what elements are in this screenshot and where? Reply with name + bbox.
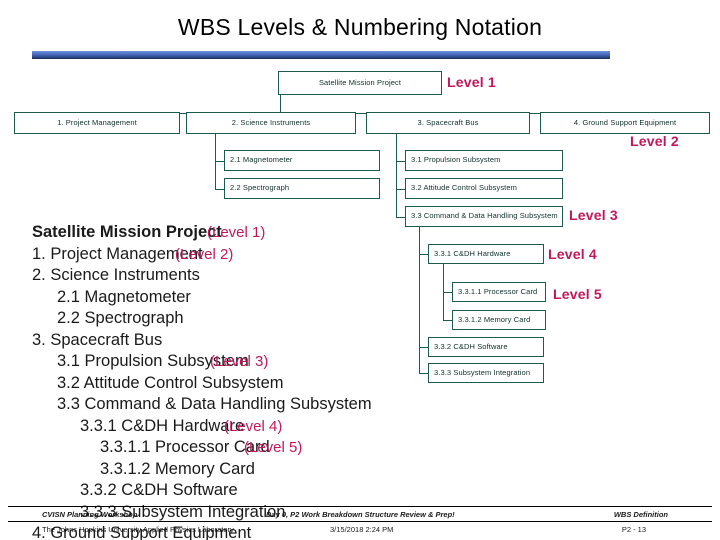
footer-page-number: P2 - 13 bbox=[621, 525, 646, 534]
footer-divider-top bbox=[8, 506, 712, 507]
level-tag-2: Level 2 bbox=[630, 133, 679, 149]
org-node-propulsion-subsystem[interactable]: 3.1 Propulsion Subsystem bbox=[405, 150, 563, 171]
outline-row: 3.3.1 C&DH Hardware (Level 4) bbox=[32, 416, 452, 438]
outline-row: 2.2 Spectrograph bbox=[32, 308, 452, 330]
org-node-label: 2.1 Magnetometer bbox=[230, 155, 293, 165]
outline-row-text: 2. Science Instruments bbox=[32, 266, 200, 284]
outline-row: 3.3.2 C&DH Software bbox=[32, 480, 452, 502]
outline-row: 3.2 Attitude Control Subsystem bbox=[32, 373, 452, 395]
outline-row-text: 2.2 Spectrograph bbox=[57, 309, 184, 327]
footer-organization: The Johns Hopkins University Applied Phy… bbox=[42, 525, 234, 534]
org-node-magnetometer[interactable]: 2.1 Magnetometer bbox=[224, 150, 380, 171]
outline-row: 3.3.1.2 Memory Card bbox=[32, 459, 452, 481]
slide-footer: CVISN Planning Workshop Day 0, P2 Work B… bbox=[0, 506, 720, 540]
outline-row-text: 3.3.2 C&DH Software bbox=[80, 481, 238, 499]
outline-row-note: (Level 4) bbox=[224, 417, 283, 435]
org-node-science-instruments[interactable]: 2. Science Instruments bbox=[186, 112, 356, 134]
slide-canvas: WBS Levels & Numbering Notation Satellit… bbox=[0, 0, 720, 540]
outline-row: 3.3 Command & Data Handling Subsystem bbox=[32, 394, 452, 416]
outline-row: 3.3.1.1 Processor Card (Level 5) bbox=[32, 437, 452, 459]
org-node-label: 4. Ground Support Equipment bbox=[573, 117, 677, 127]
outline-row: 2.1 Magnetometer bbox=[32, 287, 452, 309]
footer-session-title: Day 0, P2 Work Breakdown Structure Revie… bbox=[266, 510, 455, 519]
footer-topic: WBS Definition bbox=[613, 510, 668, 519]
org-node-spacecraft-bus[interactable]: 3. Spacecraft Bus bbox=[366, 112, 530, 134]
level-tag-1: Level 1 bbox=[447, 74, 496, 90]
outline-row-text: 3.3 Command & Data Handling Subsystem bbox=[57, 395, 372, 413]
outline-row-text: 3.3.1 C&DH Hardware bbox=[80, 416, 245, 435]
org-node-processor-card[interactable]: 3.3.1.1 Processor Card bbox=[452, 282, 546, 302]
footer-timestamp: 3/15/2018 2:24 PM bbox=[330, 525, 394, 534]
org-node-label: 3.3.1.2 Memory Card bbox=[458, 314, 531, 324]
outline-row-text: 3.2 Attitude Control Subsystem bbox=[57, 373, 284, 392]
org-node-spectrograph[interactable]: 2.2 Spectrograph bbox=[224, 178, 380, 199]
wbs-outline-list: Satellite Mission Project (Level 1) 1. P… bbox=[32, 222, 452, 540]
footer-divider-bottom bbox=[8, 521, 712, 522]
org-node-label: 3.3 Command & Data Handling Subsystem bbox=[411, 211, 558, 221]
org-node-label: Satellite Mission Project bbox=[318, 77, 402, 87]
outline-row: Satellite Mission Project (Level 1) bbox=[32, 222, 452, 244]
outline-row: 3. Spacecraft Bus bbox=[32, 330, 452, 352]
footer-workshop-name: CVISN Planning Workshop bbox=[42, 510, 138, 519]
level-tag-3: Level 3 bbox=[569, 207, 618, 223]
org-node-satellite-mission-project[interactable]: Satellite Mission Project bbox=[278, 71, 442, 95]
level-tag-4: Level 4 bbox=[548, 246, 597, 262]
org-node-project-management[interactable]: 1. Project Management bbox=[14, 112, 180, 134]
org-node-label: 2.2 Spectrograph bbox=[230, 183, 290, 193]
org-node-label: 3.3.1.1 Processor Card bbox=[458, 286, 538, 296]
outline-row-note: (Level 5) bbox=[244, 439, 303, 456]
org-node-label: 3.2 Attitude Control Subsystem bbox=[411, 183, 517, 193]
org-node-ground-support-equipment[interactable]: 4. Ground Support Equipment bbox=[540, 112, 710, 134]
outline-row: 1. Project Management (Level 2) bbox=[32, 244, 452, 266]
org-node-attitude-control-subsystem[interactable]: 3.2 Attitude Control Subsystem bbox=[405, 178, 563, 199]
outline-row-note: (Level 2) bbox=[175, 245, 234, 263]
level-tag-5: Level 5 bbox=[553, 286, 602, 302]
outline-row-text: Satellite Mission Project bbox=[32, 223, 222, 241]
outline-row-text: 2.1 Magnetometer bbox=[57, 287, 191, 306]
outline-row: 3.1 Propulsion Subsystem (Level 3) bbox=[32, 351, 452, 373]
org-node-label: 1. Project Management bbox=[57, 117, 137, 127]
org-node-label: 2. Science Instruments bbox=[231, 117, 311, 127]
connector-bus-spine bbox=[396, 134, 398, 218]
outline-row-note: (Level 1) bbox=[207, 224, 266, 241]
outline-row: 2. Science Instruments bbox=[32, 265, 452, 287]
outline-row-text: 3.3.1.2 Memory Card bbox=[100, 459, 255, 478]
outline-row-text: 3. Spacecraft Bus bbox=[32, 330, 163, 349]
org-node-label: 3. Spacecraft Bus bbox=[417, 117, 479, 127]
org-node-label: 3.1 Propulsion Subsystem bbox=[411, 155, 501, 165]
outline-row-note: (Level 3) bbox=[210, 353, 269, 370]
org-node-memory-card[interactable]: 3.3.1.2 Memory Card bbox=[452, 310, 546, 330]
